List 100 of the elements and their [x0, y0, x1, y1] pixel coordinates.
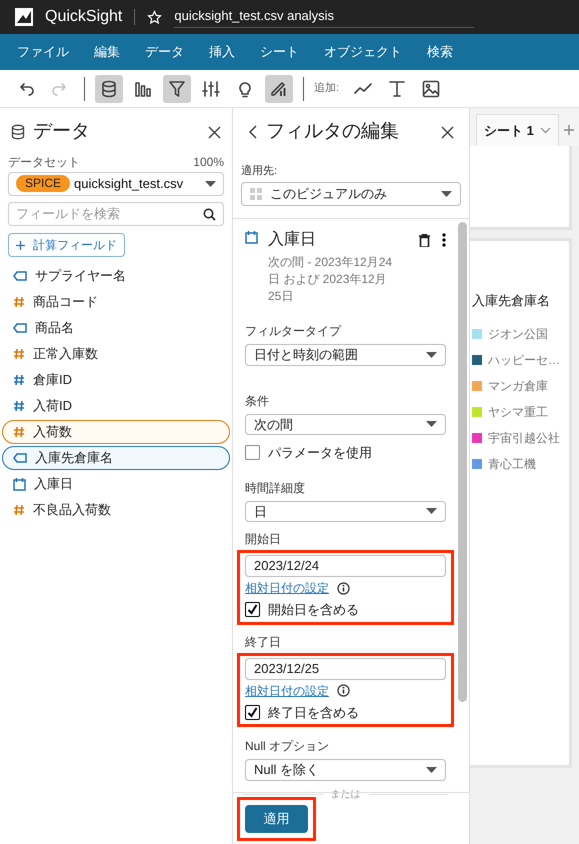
hash-icon: [13, 296, 25, 308]
hash-icon: [13, 426, 25, 438]
legend-label: マンガ倉庫: [488, 378, 548, 394]
database-icon[interactable]: [99, 78, 119, 98]
trash-icon[interactable]: [419, 234, 430, 246]
hash-icon: [13, 348, 25, 360]
field-item[interactable]: 入荷ID: [2, 394, 230, 418]
checkmark-icon: [247, 706, 258, 718]
menu-item[interactable]: オブジェクト: [324, 42, 402, 62]
close-icon[interactable]: [441, 126, 454, 139]
field-item[interactable]: 商品名: [2, 316, 230, 340]
relative-date-link[interactable]: 相対日付の設定: [245, 579, 329, 597]
legend-title: 入庫先倉庫名: [472, 292, 551, 310]
checkbox[interactable]: パラメータを使用: [245, 443, 446, 462]
checkmark-icon: [247, 604, 258, 616]
null-option-select[interactable]: Null を除く: [245, 759, 446, 780]
filter-summary: 次の間 - 2023年12月24日 および 2023年12月25日: [268, 254, 394, 305]
legend-label: 宇宙引越公社: [488, 430, 560, 446]
grid-icon: [250, 188, 262, 200]
legend-label: ハッピーセ…: [488, 352, 560, 368]
menu-item[interactable]: データ: [145, 42, 184, 62]
dropdown-caret-icon: [426, 766, 437, 773]
apply-to-label: 適用先:: [241, 164, 278, 178]
panel-title: データ: [33, 120, 91, 144]
dataset-select[interactable]: SPICE quicksight_test.csv: [8, 172, 224, 196]
field-item[interactable]: 正常入庫数: [2, 342, 230, 366]
add-label: 追加:: [314, 81, 340, 96]
tag-icon: [13, 453, 27, 463]
sliders-icon[interactable]: [201, 78, 221, 98]
document-title[interactable]: quicksight_test.csv analysis: [174, 6, 474, 28]
menu-item[interactable]: 検索: [427, 42, 453, 62]
menu-item[interactable]: 編集: [94, 42, 120, 62]
hash-icon: [13, 504, 25, 516]
granularity-label: 時間詳細度: [245, 480, 306, 496]
menu-item[interactable]: ファイル: [17, 42, 69, 62]
more-icon[interactable]: [442, 233, 446, 247]
filter-field-name: 入庫日: [268, 230, 317, 250]
hash-icon: [13, 374, 25, 386]
tag-icon: [13, 323, 27, 333]
database-icon: [11, 124, 25, 140]
field-item[interactable]: サプライヤー名: [2, 264, 230, 288]
dropdown-caret-icon: [205, 180, 216, 186]
search-icon: [203, 208, 216, 220]
filter-type-label: フィルタータイプ: [245, 323, 342, 340]
image-icon[interactable]: [421, 78, 442, 98]
legend-label: ヤシマ重工: [488, 404, 548, 420]
data-button[interactable]: [95, 74, 123, 102]
field-item[interactable]: 不良品入荷数: [2, 498, 230, 522]
date-label: 開始日: [245, 531, 282, 548]
field-item[interactable]: 入荷数: [2, 420, 230, 444]
date-field[interactable]: 2023/12/24: [245, 555, 446, 577]
close-icon[interactable]: [208, 126, 221, 139]
info-icon[interactable]: [337, 582, 350, 594]
format-button[interactable]: [265, 74, 293, 102]
add-sheet-icon[interactable]: [564, 125, 574, 135]
spice-badge: SPICE: [16, 175, 70, 192]
tag-icon: [13, 271, 27, 281]
legend-label: 青心工機: [488, 456, 536, 472]
chevron-down-icon: [540, 127, 551, 134]
checkbox[interactable]: 終了日を含める: [245, 702, 446, 722]
star-icon[interactable]: [147, 10, 162, 24]
dropdown-caret-icon: [426, 421, 437, 428]
info-icon[interactable]: [337, 684, 350, 697]
panel-title: フィルタの編集: [266, 120, 400, 144]
filter-type-select[interactable]: 日付と時刻の範囲: [245, 344, 446, 366]
back-icon[interactable]: [248, 125, 258, 140]
relative-date-link[interactable]: 相対日付の設定: [245, 682, 329, 700]
text-icon[interactable]: [387, 78, 408, 98]
calendar-icon: [13, 478, 26, 490]
granularity-select[interactable]: 日: [245, 500, 446, 522]
calendar-icon: [245, 231, 258, 244]
search-field[interactable]: フィールドを検索: [8, 202, 224, 226]
condition-select[interactable]: 次の間: [245, 414, 446, 435]
dropdown-caret-icon: [426, 352, 437, 358]
dataset-percent: 100%: [193, 154, 224, 170]
add-calculated-field-button[interactable]: 計算フィールド: [8, 233, 125, 257]
field-item[interactable]: 商品コード: [2, 290, 230, 314]
app-name: QuickSight: [45, 7, 122, 27]
date-label: 終了日: [245, 634, 282, 650]
checkbox[interactable]: 開始日を含める: [245, 600, 446, 620]
apply-to-select[interactable]: このビジュアルのみ: [241, 182, 461, 206]
menu-item[interactable]: 挿入: [209, 42, 235, 62]
filter-button[interactable]: [163, 74, 191, 102]
condition-label: 条件: [245, 392, 270, 410]
apply-button[interactable]: 適用: [245, 805, 308, 833]
dropdown-caret-icon: [426, 508, 437, 514]
sheet-tab[interactable]: シート 1: [476, 114, 559, 146]
date-field[interactable]: 2023/12/25: [245, 658, 446, 680]
null-option-label: Null オプション: [245, 738, 330, 755]
field-item[interactable]: 入庫先倉庫名: [2, 446, 230, 470]
logo-icon: [15, 8, 33, 26]
legend-label: ジオン公国: [488, 326, 548, 342]
plus-icon: [16, 240, 25, 250]
hash-icon: [13, 400, 25, 412]
menu-item[interactable]: シート: [260, 42, 299, 62]
field-item[interactable]: 入庫日: [2, 472, 230, 496]
filter-icon[interactable]: [167, 78, 187, 98]
field-item[interactable]: 倉庫ID: [2, 368, 230, 392]
dataset-label: データセット: [8, 154, 80, 170]
dropdown-caret-icon: [441, 191, 452, 197]
